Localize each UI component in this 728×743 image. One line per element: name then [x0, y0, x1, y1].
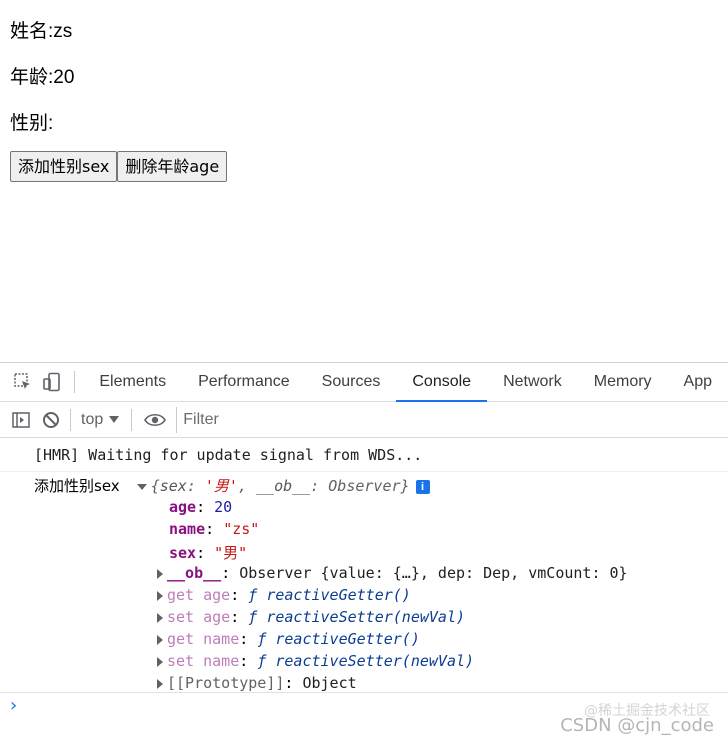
accessor-row[interactable]: get age: ƒ reactiveGetter(): [157, 586, 411, 604]
object-summary: {sex: '男', __ob__: Observer}: [150, 477, 410, 495]
inspect-element-icon[interactable]: [12, 371, 33, 393]
toolbar-divider: [131, 408, 133, 431]
context-selector[interactable]: top: [81, 410, 120, 429]
rendered-page: 姓名:zs 年龄:20 性别: 添加性别sex 删除年龄age: [0, 0, 728, 362]
accessor-row[interactable]: set name: ƒ reactiveSetter(newVal): [157, 652, 474, 670]
accessor-row[interactable]: set age: ƒ reactiveSetter(newVal): [157, 608, 465, 626]
sidebar-toggle-icon[interactable]: [10, 409, 32, 431]
expand-triangle-icon[interactable]: [157, 656, 163, 667]
delete-age-button[interactable]: 删除年龄age: [117, 151, 228, 182]
devtools-tabbar: Elements Performance Sources Console Net…: [0, 363, 728, 402]
property-row: age: 20: [169, 498, 233, 516]
live-expression-eye-icon[interactable]: [144, 409, 167, 431]
toolbar-divider: [70, 408, 71, 431]
tab-memory[interactable]: Memory: [578, 363, 668, 401]
property-row: name: "zs": [169, 520, 260, 538]
sex-display: 性别:: [10, 113, 54, 134]
property-row: sex: "男": [169, 544, 248, 562]
tab-performance[interactable]: Performance: [182, 363, 306, 401]
expand-triangle-icon[interactable]: [157, 634, 163, 645]
prototype-row[interactable]: [[Prototype]]: Object: [157, 674, 357, 692]
ob-property-row[interactable]: __ob__: Observer {value: {…}, dep: Dep, …: [157, 564, 628, 582]
tab-elements[interactable]: Elements: [83, 363, 182, 401]
hmr-log-message: [HMR] Waiting for update signal from WDS…: [34, 446, 423, 464]
expand-triangle-icon[interactable]: [157, 590, 163, 601]
log-label: 添加性别sex: [34, 477, 120, 495]
console-toolbar: top Filter: [0, 402, 728, 438]
clear-console-icon[interactable]: [40, 409, 62, 431]
device-toolbar-icon[interactable]: [41, 371, 62, 393]
info-icon[interactable]: i: [415, 479, 430, 494]
add-sex-button[interactable]: 添加性别sex: [10, 151, 118, 182]
tab-network[interactable]: Network: [487, 363, 578, 401]
filter-input[interactable]: Filter: [176, 406, 728, 433]
name-display: 姓名:zs: [10, 21, 73, 42]
expand-triangle-icon[interactable]: [157, 678, 163, 689]
log-object-header[interactable]: 添加性别sex {sex: '男', __ob__: Observer} i: [34, 475, 430, 496]
watermark-csdn: CSDN @cjn_code: [560, 715, 714, 736]
expand-triangle-icon[interactable]: [157, 612, 163, 623]
devtools-panel: Elements Performance Sources Console Net…: [0, 362, 728, 743]
console-prompt-chevron-icon[interactable]: ›: [10, 695, 17, 716]
age-display: 年龄:20: [10, 67, 75, 88]
chevron-down-icon: [109, 415, 120, 423]
context-label: top: [81, 410, 104, 428]
accessor-row[interactable]: get name: ƒ reactiveGetter(): [157, 630, 420, 648]
tab-application[interactable]: App: [668, 363, 728, 401]
expand-triangle-icon[interactable]: [157, 568, 163, 579]
prompt-divider: [0, 692, 728, 693]
tabbar-divider: [74, 371, 76, 393]
tab-sources[interactable]: Sources: [306, 363, 397, 401]
button-group: 添加性别sex 删除年龄age: [10, 151, 228, 182]
tab-console[interactable]: Console: [396, 363, 487, 402]
message-divider: [0, 471, 728, 472]
expand-triangle-icon[interactable]: [136, 483, 147, 490]
